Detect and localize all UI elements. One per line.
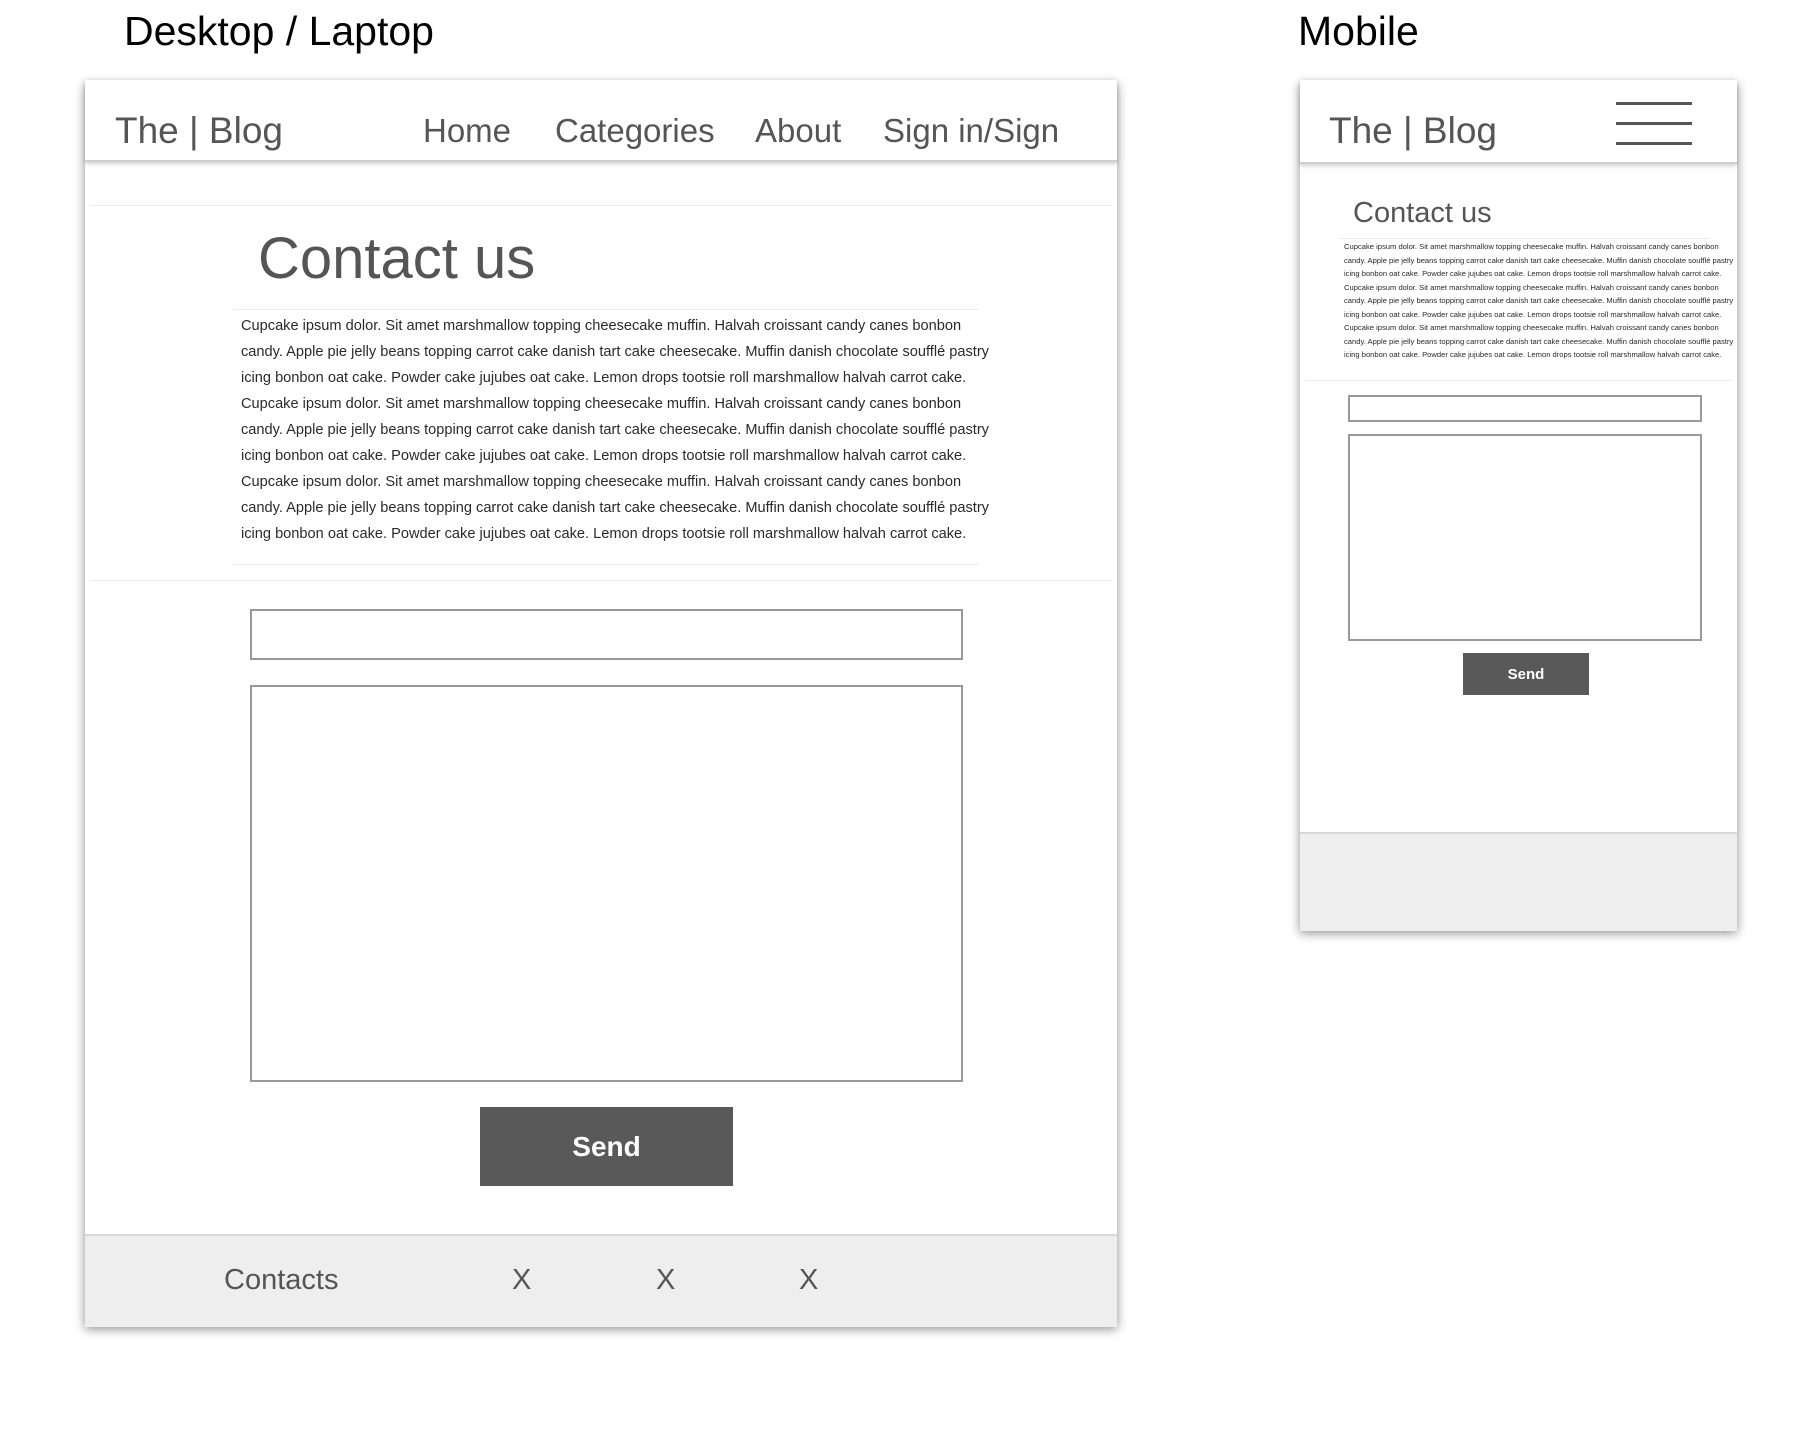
mobile-body-line: icing bonbon oat cake. Powder cake jujub… [1344, 350, 1722, 359]
desktop-body-line: icing bonbon oat cake. Powder cake jujub… [241, 526, 967, 542]
hamburger-menu-icon[interactable] [1616, 102, 1692, 146]
desktop-brand[interactable]: The | Blog [115, 110, 283, 152]
mobile-body-line: Cupcake ipsum dolor. Sit amet marshmallo… [1344, 242, 1719, 251]
mobile-body-line: candy. Apple pie jelly beans topping car… [1344, 255, 1734, 265]
mobile-footer [1300, 832, 1737, 931]
nav-about[interactable]: About [755, 112, 841, 150]
footer-link[interactable]: X [799, 1264, 818, 1297]
mobile-body-line: candy. Apple pie jelly beans topping car… [1344, 296, 1734, 305]
mobile-send-button[interactable]: Send [1463, 653, 1589, 695]
mobile-brand[interactable]: The | Blog [1329, 110, 1497, 152]
mobile-subject-input[interactable] [1348, 395, 1702, 422]
desktop-body-line: Cupcake ipsum dolor. Sit amet marshmallo… [241, 396, 962, 412]
desktop-body-line: Cupcake ipsum dolor. Sit amet marshmallo… [241, 318, 962, 334]
footer-link[interactable]: X [512, 1264, 531, 1297]
mobile-frame: The | Blog Contact us Cupcake ipsum dolo… [1300, 80, 1737, 931]
desktop-footer: Contacts X X X [85, 1234, 1117, 1327]
subject-input[interactable] [250, 609, 963, 660]
desktop-body-line: candy. Apple pie jelly beans topping car… [241, 500, 989, 516]
desktop-body-line: candy. Apple pie jelly beans topping car… [241, 344, 989, 360]
desktop-divider-body [233, 564, 979, 565]
desktop-body-line: icing bonbon oat cake. Powder cake jujub… [241, 370, 967, 386]
desktop-body-line: icing bonbon oat cake. Powder cake jujub… [241, 448, 967, 464]
nav-sign-in[interactable]: Sign in/Sign [883, 112, 1059, 150]
desktop-body-line: Cupcake ipsum dolor. Sit amet marshmallo… [241, 474, 962, 490]
desktop-page-title: Contact us [258, 226, 536, 291]
nav-categories[interactable]: Categories [555, 112, 715, 150]
hamburger-line [1616, 142, 1692, 145]
mobile-body-line: Cupcake ipsum dolor. Sit amet marshmallo… [1344, 323, 1719, 332]
mobile-page-title: Contact us [1353, 197, 1492, 229]
desktop-label: Desktop / Laptop [124, 8, 434, 54]
mobile-body-line: Cupcake ipsum dolor. Sit amet marshmallo… [1344, 282, 1719, 292]
mobile-message-textarea[interactable] [1348, 434, 1702, 641]
nav-home[interactable]: Home [423, 112, 511, 150]
hamburger-line [1616, 102, 1692, 105]
send-button[interactable]: Send [480, 1107, 733, 1186]
mobile-navbar: The | Blog [1300, 80, 1737, 164]
mobile-body-line: candy. Apple pie jelly beans topping car… [1344, 336, 1734, 346]
desktop-divider-section [90, 580, 1112, 581]
footer-link[interactable]: X [656, 1264, 675, 1297]
message-textarea[interactable] [250, 685, 963, 1082]
desktop-frame: The | Blog Home Categories About Sign in… [85, 80, 1117, 1327]
footer-contacts[interactable]: Contacts [224, 1264, 338, 1297]
desktop-navbar: The | Blog Home Categories About Sign in… [85, 80, 1117, 162]
mobile-body-line: icing bonbon oat cake. Powder cake jujub… [1344, 269, 1722, 278]
mobile-divider-heading [1340, 238, 1710, 239]
hamburger-line [1616, 122, 1692, 125]
desktop-divider-top [90, 205, 1112, 206]
mobile-divider-body [1305, 380, 1732, 381]
mobile-body-line: icing bonbon oat cake. Powder cake jujub… [1344, 309, 1722, 319]
desktop-divider-heading [233, 309, 979, 310]
desktop-body-line: candy. Apple pie jelly beans topping car… [241, 422, 989, 438]
mobile-label: Mobile [1298, 8, 1419, 54]
